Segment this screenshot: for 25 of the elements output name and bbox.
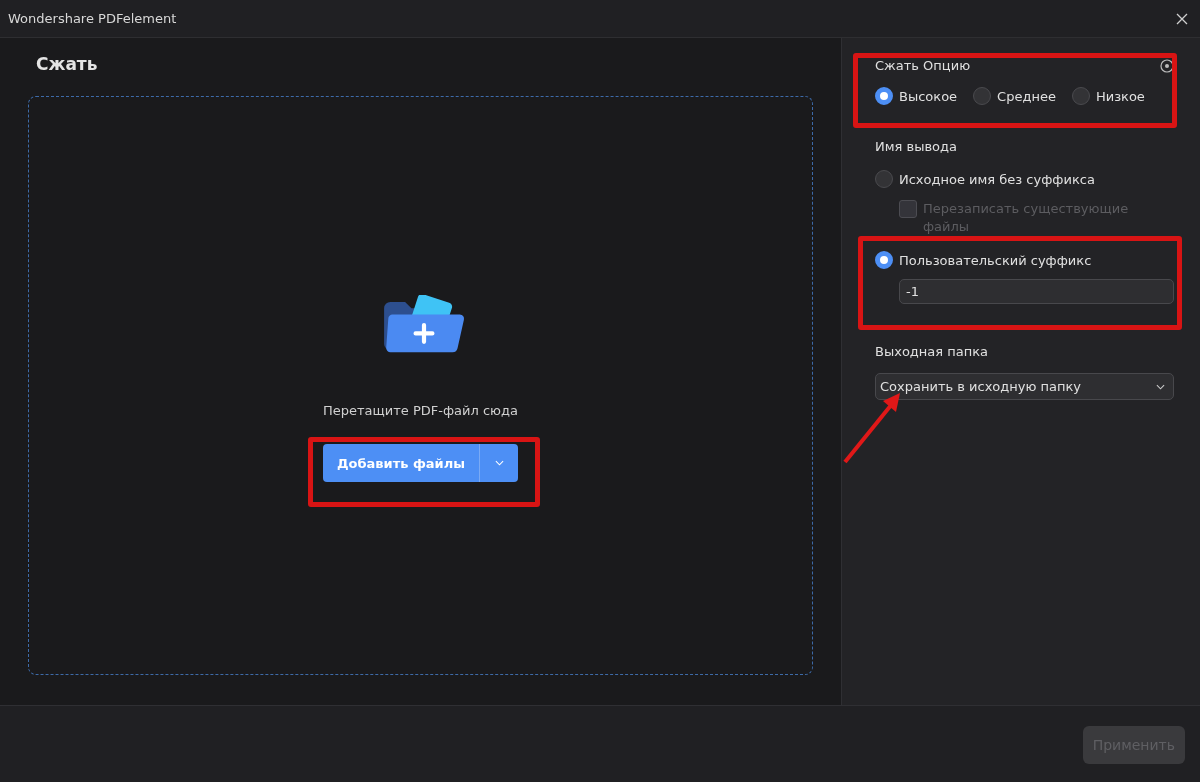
section-label: Сжать Опцию <box>875 58 971 73</box>
folder-add-icon <box>381 295 466 355</box>
caret-icon <box>494 460 504 466</box>
section-label: Имя вывода <box>875 139 958 154</box>
window-title: Wondershare PDFelement <box>8 11 177 26</box>
drop-hint: Перетащите PDF-файл сюда <box>323 403 518 418</box>
close-icon <box>1176 12 1188 25</box>
radio-button[interactable] <box>875 251 893 269</box>
radio-button[interactable] <box>875 87 893 105</box>
drop-zone[interactable]: Перетащите PDF-файл сюда Добавить файлы <box>28 96 813 675</box>
section-label: Выходная папка <box>875 344 990 359</box>
page-title: Сжать <box>36 54 99 74</box>
radio-option[interactable]: Среднее <box>973 87 1056 105</box>
radio-option[interactable]: Пользовательский суффикс <box>875 251 1092 269</box>
suffix-field[interactable]: -1 <box>899 279 1174 304</box>
dropdown-button[interactable] <box>480 444 518 482</box>
folder-select[interactable]: Сохранить в исходную папку <box>875 373 1174 400</box>
chevron-icon <box>1156 383 1165 390</box>
radio-option[interactable]: Исходное имя без суффикса <box>875 170 1095 188</box>
target-icon[interactable] <box>1160 58 1174 73</box>
radio-button[interactable] <box>875 170 893 188</box>
radio-option[interactable]: Низкое <box>1071 87 1145 105</box>
radio-button[interactable] <box>1071 87 1090 105</box>
radio-button[interactable] <box>973 87 992 105</box>
radio-option[interactable]: Высокое <box>875 87 958 105</box>
